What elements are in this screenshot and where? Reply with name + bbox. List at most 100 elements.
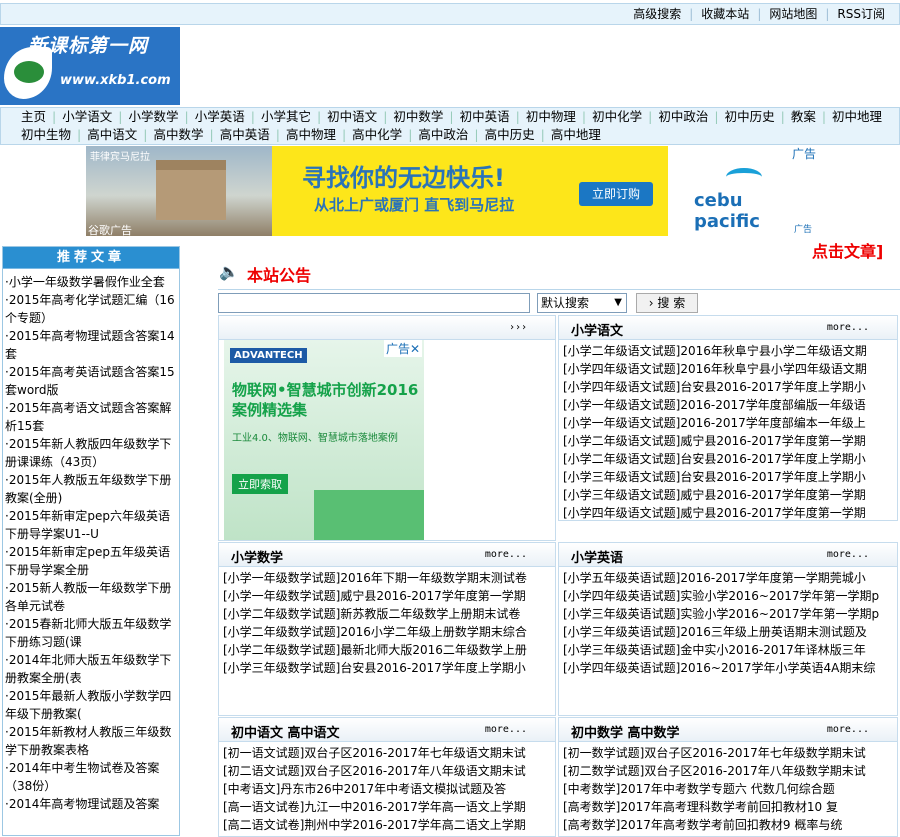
article-link[interactable]: [初二数学试题]双台子区2016-2017年八年级数学期末试 [563, 762, 893, 780]
nav-item[interactable]: 初中语文 [321, 108, 383, 126]
article-link[interactable]: [小学五年级英语试题]2016-2017学年度第一学期莞城小 [563, 569, 893, 587]
article-link[interactable]: [小学一年级语文试题]2016-2017学年度部编本一年级上 [563, 414, 893, 432]
article-link[interactable]: [小学一年级数学试题]威宁县2016-2017学年度第一学期 [223, 587, 551, 605]
article-link[interactable]: [中考数学]2017年中考数学专题六 代数几何综合题 [563, 780, 893, 798]
search-type-select[interactable]: 默认搜索 ▼ [537, 292, 627, 313]
nav-item[interactable]: 初中历史 [719, 108, 781, 126]
church-image [156, 160, 226, 220]
nav-item[interactable]: 小学数学 [122, 108, 184, 126]
site-logo[interactable]: 新课标第一网 www.xkb1.com [0, 27, 180, 105]
ad-close-label[interactable]: 广告✕ [384, 340, 423, 357]
advantech-ad[interactable]: ADVANTECH 广告✕ 物联网•智慧城市创新2016案例精选集 工业4.0、… [224, 340, 424, 540]
article-link[interactable]: [中考语文]丹东市26中2017年中考语文模拟试题及答 [223, 780, 551, 798]
article-link[interactable]: [小学一年级语文试题]2016-2017学年度部编版一年级语 [563, 396, 893, 414]
bookmark-link[interactable]: 收藏本站 [693, 4, 757, 24]
nav-item[interactable]: 小学语文 [56, 108, 118, 126]
ad-caption-top: 菲律宾马尼拉 [90, 152, 150, 163]
sidebar-article-link[interactable]: ·2015新人教版一年级数学下册各单元试卷 [5, 579, 177, 615]
sidebar-article-link[interactable]: ·小学一年级数学暑假作业全套 [5, 273, 177, 291]
sidebar-article-link[interactable]: ·2014年中考生物试卷及答案（38份） [5, 759, 177, 795]
more-link[interactable]: more... [827, 724, 869, 735]
article-link[interactable]: [初一数学试题]双台子区2016-2017年七年级数学期末试 [563, 744, 893, 762]
nav-item[interactable]: 初中数学 [387, 108, 449, 126]
nav-item[interactable]: 高中英语 [214, 126, 276, 144]
ad-order-button[interactable]: 立即订购 [579, 182, 653, 206]
nav-item[interactable]: 教案 [785, 108, 822, 126]
nav-item[interactable]: 高中地理 [545, 126, 607, 144]
more-link[interactable]: more... [485, 549, 527, 560]
sidebar-article-link[interactable]: ·2015年新审定pep六年级英语下册导学案U1--U [5, 507, 177, 543]
ad-label[interactable]: 广告 [790, 145, 819, 162]
article-link[interactable]: [小学二年级语文试题]威宁县2016-2017学年度第一学期 [563, 432, 893, 450]
article-link[interactable]: [小学二年级语文试题]2016年秋阜宁县小学二年级语文期 [563, 342, 893, 360]
article-list: [初一数学试题]双台子区2016-2017年七年级数学期末试 [初二数学试题]双台… [559, 742, 897, 836]
ad-subline: 从北上广或厦门 直飞到马尼拉 [314, 196, 515, 214]
sidebar-article-link[interactable]: ·2015春新北师大版五年级数学下册练习题(课 [5, 615, 177, 651]
article-link[interactable]: [小学三年级语文试题]台安县2016-2017学年度上学期小 [563, 468, 893, 486]
sidebar-title: 推荐文章 [3, 247, 179, 269]
sidebar-article-link[interactable]: ·2014年高考物理试题及答案 [5, 795, 177, 813]
nav-item[interactable]: 初中地理 [826, 108, 888, 126]
article-link[interactable]: [高一语文试卷]九江一中2016-2017学年高一语文上学期 [223, 798, 551, 816]
search-button[interactable]: › 搜 索 [636, 292, 698, 313]
article-link[interactable]: [小学二年级数学试题]2016小学二年级上册数学期末综合 [223, 623, 551, 641]
more-link[interactable]: more... [827, 549, 869, 560]
article-link[interactable]: [小学一年级数学试题]2016年下期一年级数学期末测试卷 [223, 569, 551, 587]
sidebar-article-link[interactable]: ·2015年新人教版四年级数学下册课课练（43页） [5, 435, 177, 471]
nav-item[interactable]: 初中生物 [15, 126, 77, 144]
nav-item[interactable]: 初中英语 [454, 108, 516, 126]
sidebar-article-link[interactable]: ·2015年人教版五年级数学下册教案(全册) [5, 471, 177, 507]
nav-item[interactable]: 高中物理 [280, 126, 342, 144]
rss-link[interactable]: RSS订阅 [829, 4, 893, 24]
article-link[interactable]: [小学三年级数学试题]台安县2016-2017学年度上学期小 [223, 659, 551, 677]
article-link[interactable]: [高考数学]2017年高考数学考前回扣教材9 概率与统 [563, 816, 893, 834]
nav-item[interactable]: 初中物理 [520, 108, 582, 126]
nav-item[interactable]: 高中政治 [412, 126, 474, 144]
article-link[interactable]: [小学三年级英语试题]金中实小2016-2017年译林版三年 [563, 641, 893, 659]
nav-item[interactable]: 高中化学 [346, 126, 408, 144]
article-link[interactable]: [高考数学]2017年高考理科数学考前回扣教材10 复 [563, 798, 893, 816]
sidebar-article-link[interactable]: ·2015年高考语文试题含答案解析15套 [5, 399, 177, 435]
article-link[interactable]: [小学二年级数学试题]新苏教版二年级数学上册期末试卷 [223, 605, 551, 623]
article-link[interactable]: [小学三年级英语试题]实验小学2016~2017学年第一学期p [563, 605, 893, 623]
article-link[interactable]: [小学二年级数学试题]最新北师大版2016二年级数学上册 [223, 641, 551, 659]
article-link[interactable]: [小学三年级语文试题]威宁县2016-2017学年度第一学期 [563, 486, 893, 504]
article-link[interactable]: [小学四年级语文试题]2016年秋阜宁县小学四年级语文期 [563, 360, 893, 378]
article-link[interactable]: [初一语文试题]双台子区2016-2017年七年级语文期末试 [223, 744, 551, 762]
sidebar-article-link[interactable]: ·2015年新审定pep五年级英语下册导学案全册 [5, 543, 177, 579]
article-link[interactable]: [小学二年级语文试题]台安县2016-2017学年度上学期小 [563, 450, 893, 468]
banner-ad[interactable]: 菲律宾马尼拉 谷歌广告 寻找你的无边快乐! 从北上广或厦门 直飞到马尼拉 立即订… [86, 146, 814, 236]
nav-item[interactable]: 主页 [15, 108, 52, 126]
article-link[interactable]: [高二语文试卷]荆州中学2016-2017学年高二语文上学期 [223, 816, 551, 834]
nav-item[interactable]: 高中历史 [479, 126, 541, 144]
sidebar-article-link[interactable]: ·2014年北师大版五年级数学下册教案全册(表 [5, 651, 177, 687]
more-link[interactable]: more... [827, 322, 869, 333]
advanced-search-link[interactable]: 高级搜索 [625, 4, 689, 24]
article-link[interactable]: [初二语文试题]双台子区2016-2017年八年级语文期末试 [223, 762, 551, 780]
article-link[interactable]: [小学四年级语文试题]威宁县2016-2017学年度第一学期 [563, 504, 893, 522]
search-input[interactable] [218, 292, 530, 313]
box-header: 小学英语 more... [559, 543, 897, 567]
ad2-button[interactable]: 立即索取 [232, 474, 288, 494]
sitemap-link[interactable]: 网站地图 [761, 4, 825, 24]
sidebar-article-link[interactable]: ·2015年高考英语试题含答案15套word版 [5, 363, 177, 399]
search-button-label: 搜 索 [657, 295, 686, 310]
sidebar-article-link[interactable]: ·2015年新教材人教版三年级数学下册教案表格 [5, 723, 177, 759]
article-list: [小学五年级英语试题]2016-2017学年度第一学期莞城小 [小学四年级英语试题… [559, 567, 897, 679]
sidebar-article-link[interactable]: ·2015年高考物理试题含答案14套 [5, 327, 177, 363]
sidebar-article-link[interactable]: ·2015年高考化学试题汇编（16个专题） [5, 291, 177, 327]
nav-item[interactable]: 小学英语 [189, 108, 251, 126]
article-link[interactable]: [小学三年级英语试题]2016三年级上册英语期末测试题及 [563, 623, 893, 641]
nav-item[interactable]: 高中数学 [147, 126, 209, 144]
nav-item[interactable]: 初中化学 [586, 108, 648, 126]
nav-item[interactable]: 初中政治 [652, 108, 714, 126]
article-link[interactable]: [小学四年级语文试题]台安县2016-2017学年度上学期小 [563, 378, 893, 396]
sidebar-article-link[interactable]: ·2015年最新人教版小学数学四年级下册教案( [5, 687, 177, 723]
nav-item[interactable]: 高中语文 [81, 126, 143, 144]
nav-item[interactable]: 小学其它 [255, 108, 317, 126]
article-link[interactable]: [小学四年级英语试题]实验小学2016~2017学年第一学期p [563, 587, 893, 605]
more-link[interactable]: more... [485, 724, 527, 735]
scrolling-notice[interactable]: 点击文章] [812, 238, 883, 262]
more-link[interactable]: ››› [509, 322, 527, 333]
article-link[interactable]: [小学四年级英语试题]2016~2017学年小学英语4A期末综 [563, 659, 893, 677]
